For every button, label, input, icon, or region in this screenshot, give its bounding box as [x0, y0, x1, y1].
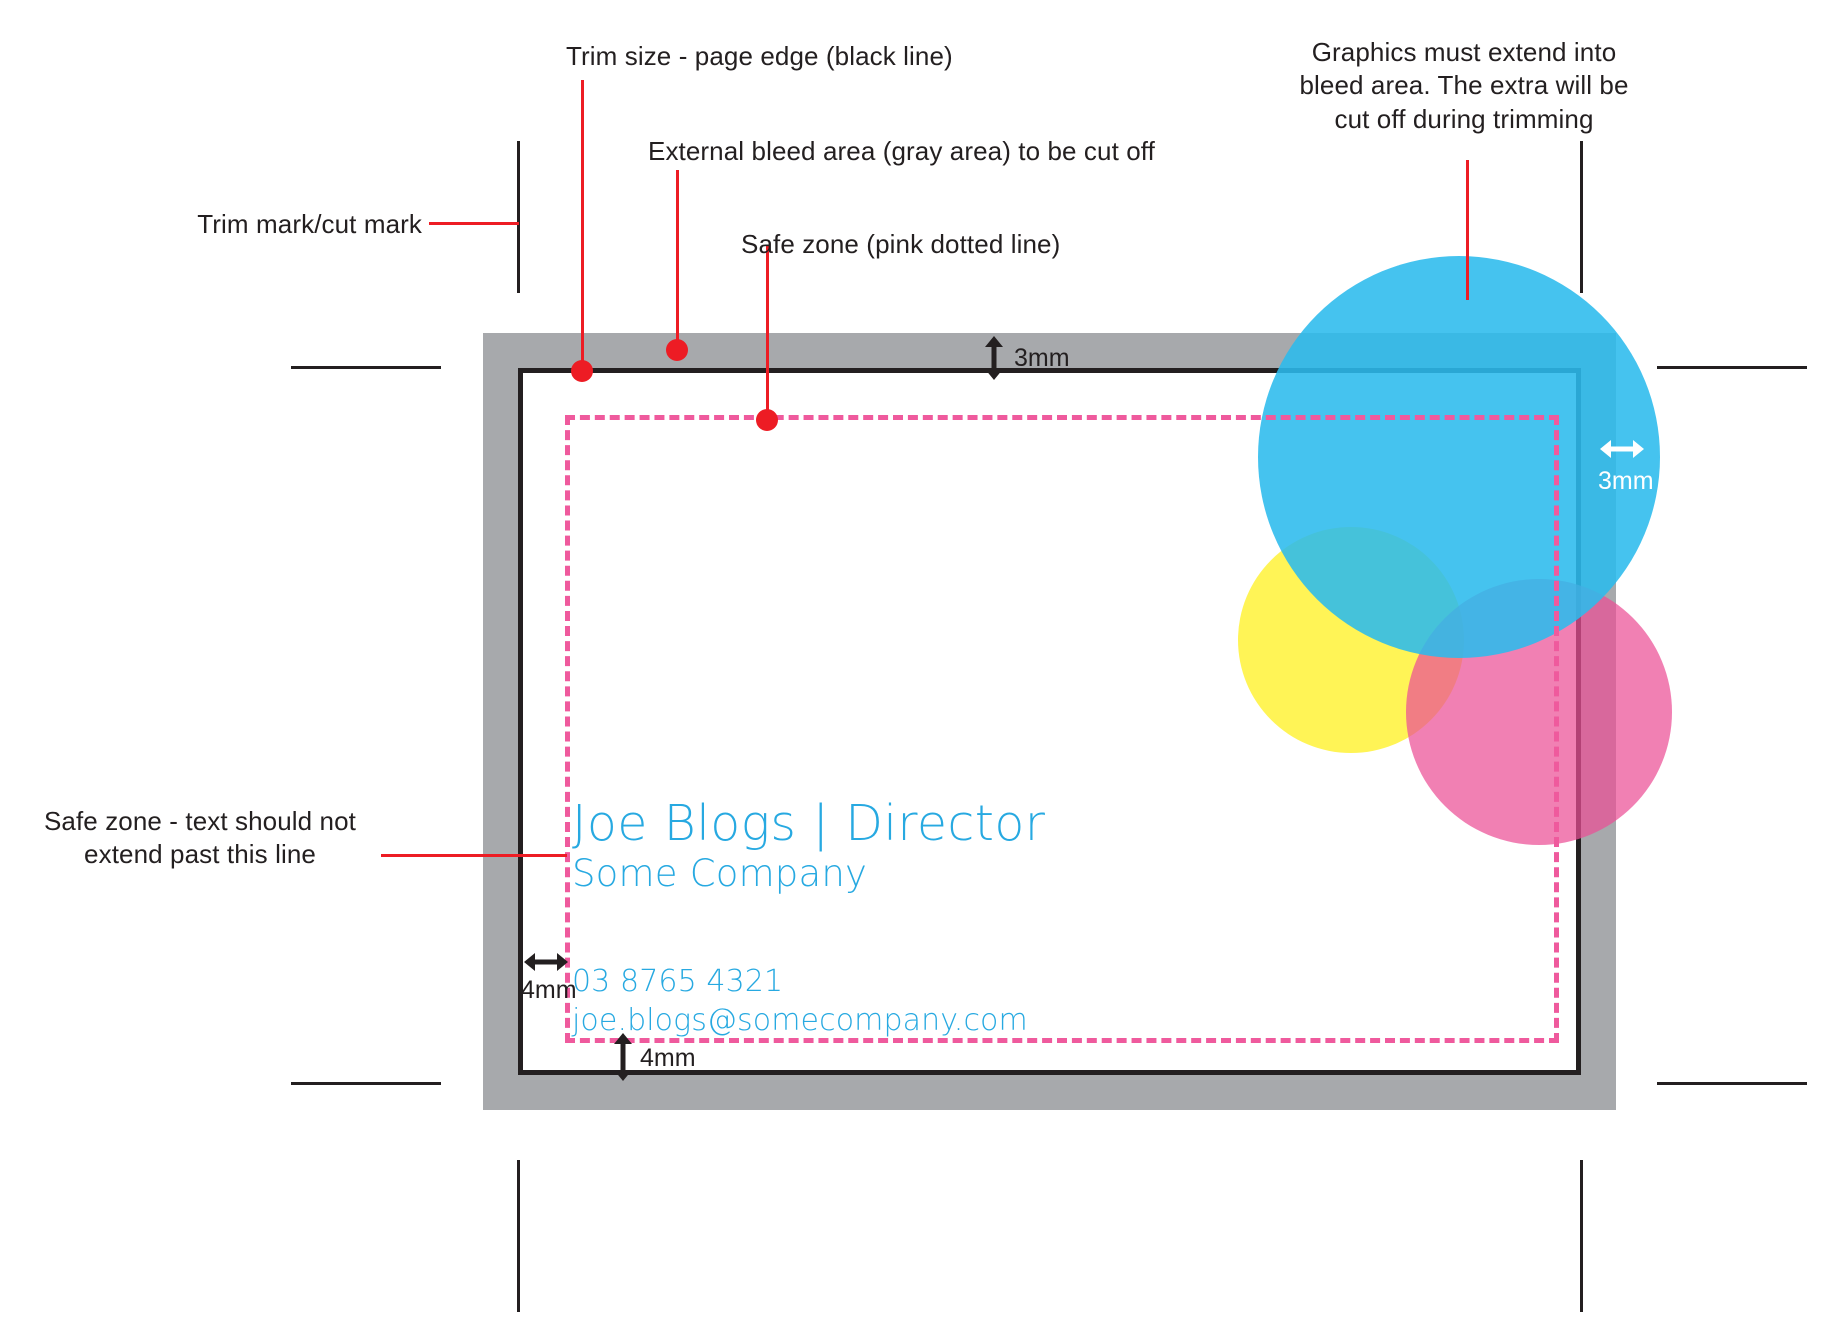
right-bleed-arrow-icon: [1600, 440, 1644, 458]
trim-mark-top-left-horizontal: [291, 366, 441, 369]
trim-mark-bottom-left-horizontal: [291, 1082, 441, 1085]
card-name: Joe Blogs | Director: [572, 795, 1046, 852]
leader-trim-size: [581, 80, 584, 370]
label-bleed-area: External bleed area (gray area) to be cu…: [648, 136, 1155, 166]
trim-mark-top-right-vertical: [1580, 141, 1583, 293]
safe-zone-box: [565, 415, 1559, 1043]
label-safe-zone-text: Safe zone - text should not extend past …: [43, 806, 356, 870]
label-graphics-bleed: Graphics must extend into bleed area. Th…: [1299, 37, 1629, 134]
bleed-diagram: Joe Blogs | Director Some Company 03 876…: [0, 0, 1844, 1340]
left-margin-arrow-icon: [524, 953, 568, 971]
card-phone: 03 8765 4321: [572, 964, 784, 999]
top-bleed-arrow-icon: [985, 336, 1003, 380]
left-margin-measure: 4mm: [521, 976, 577, 1004]
leader-trim-mark: [429, 222, 519, 225]
card-company: Some Company: [572, 852, 868, 895]
trim-mark-bottom-right-horizontal: [1657, 1082, 1807, 1085]
leader-dot-trim-size: [571, 360, 593, 382]
leader-safe-zone: [766, 245, 769, 420]
label-trim-size: Trim size - page edge (black line): [566, 41, 953, 71]
leader-dot-bleed-area: [666, 339, 688, 361]
label-trim-mark: Trim mark/cut mark: [197, 209, 422, 239]
top-bleed-measure: 3mm: [1014, 344, 1070, 372]
label-safe-zone: Safe zone (pink dotted line): [741, 229, 1061, 259]
bottom-margin-arrow-icon: [614, 1033, 632, 1081]
leader-safe-zone-text: [381, 854, 567, 857]
card-email: joe.blogs@somecompany.com: [572, 1003, 1028, 1038]
leader-dot-safe-zone: [756, 409, 778, 431]
right-bleed-measure: 3mm: [1598, 467, 1654, 495]
trim-mark-bottom-left-vertical: [517, 1160, 520, 1312]
bottom-margin-measure: 4mm: [640, 1044, 696, 1072]
leader-graphics-bleed: [1466, 160, 1469, 300]
trim-mark-bottom-right-vertical: [1580, 1160, 1583, 1312]
trim-mark-top-right-horizontal: [1657, 366, 1807, 369]
leader-bleed-area: [676, 170, 679, 342]
trim-mark-top-left-vertical: [517, 141, 520, 293]
